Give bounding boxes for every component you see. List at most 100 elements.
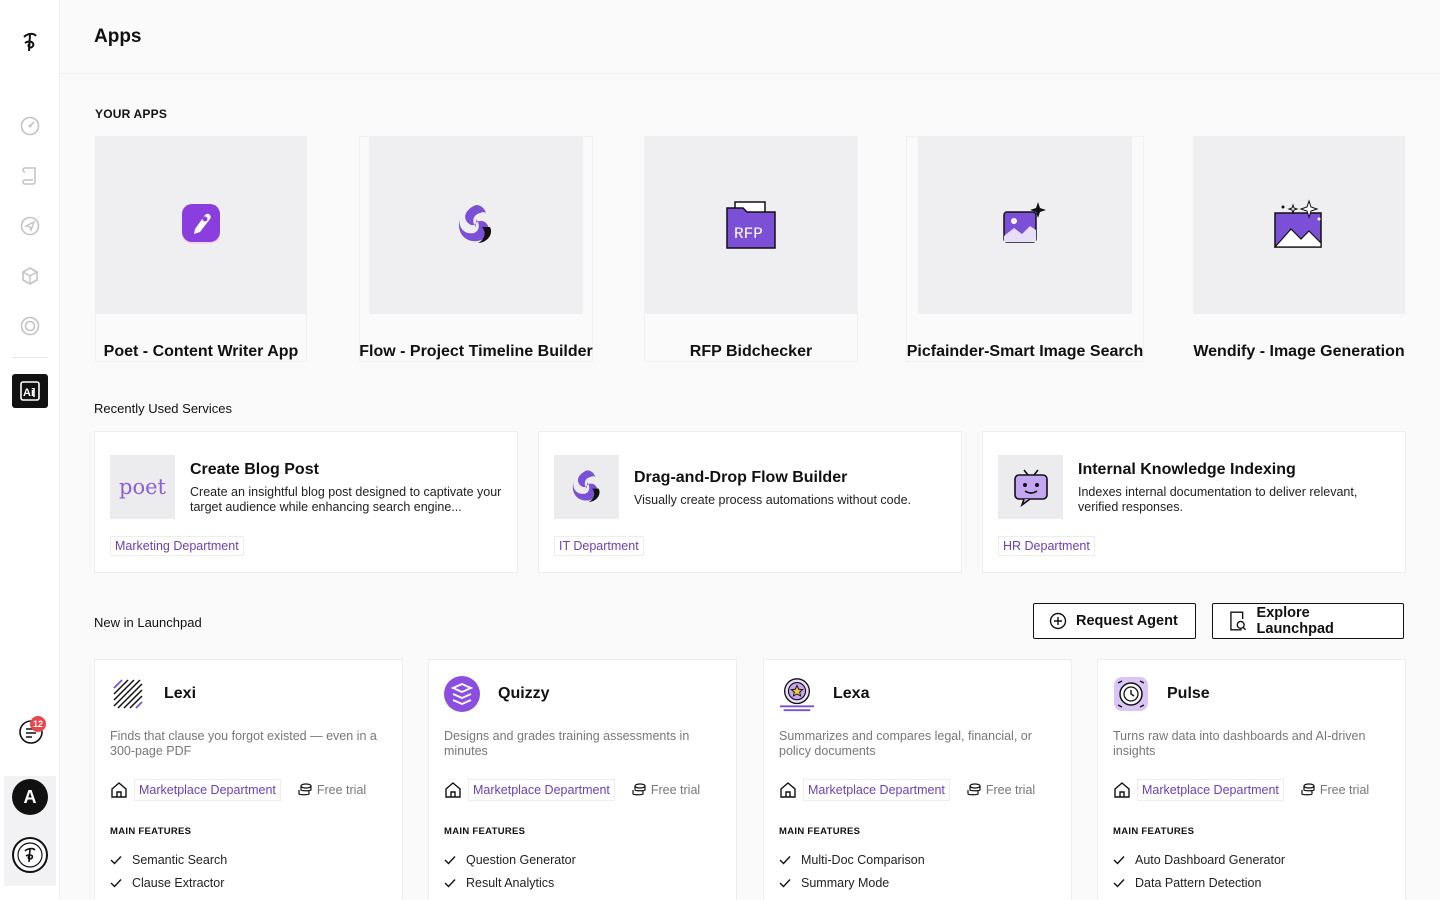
coins-icon [632,783,646,796]
feature-label: Auto Dashboard Generator [1135,853,1286,867]
flow-icon [572,470,600,502]
image-generation-icon [1273,199,1322,248]
service-card[interactable]: Internal Knowledge Indexing Indexes inte… [982,431,1406,573]
department-tag[interactable]: Marketplace Department [468,779,615,801]
service-title: Drag-and-Drop Flow Builder [634,469,848,486]
ai-apps-icon[interactable]: Ai [12,374,48,408]
agent-description: Turns raw data into dashboards and AI-dr… [1113,729,1366,758]
app-card-rfp[interactable]: RFP [645,136,857,314]
feature-item: Result Analytics [444,876,554,890]
feature-item: Clause Extractor [110,876,224,890]
app-name[interactable]: RFP Bidchecker [645,343,857,361]
department-tag[interactable]: Marketplace Department [1137,779,1284,801]
sidebar: Ai 12 A [0,0,60,900]
features-heading: MAIN FEATURES [779,826,861,837]
free-trial: Free trial [1300,782,1369,798]
service-thumbnail: poet [110,455,175,519]
app-card-poet[interactable] [95,136,307,314]
app-card-picfainder[interactable] [918,136,1132,314]
page-header: Apps [60,0,1440,74]
check-icon [444,856,456,865]
agent-meta: Marketplace Department Free trial [779,779,1035,801]
quizzy-logo-icon [443,675,481,713]
check-icon [779,879,791,888]
agent-name: Pulse [1167,685,1210,702]
pulse-logo-icon [1112,675,1150,713]
coins-icon [967,783,981,796]
launchpad-card-lexa[interactable]: Lexa Summarizes and compares legal, fina… [763,659,1072,900]
agent-meta: Marketplace Department Free trial [444,779,700,801]
free-trial-label: Free trial [316,783,367,797]
home-icon [445,782,461,798]
service-thumbnail [998,455,1063,519]
service-card[interactable]: Drag-and-Drop Flow Builder Visually crea… [538,431,962,573]
free-trial-label: Free trial [985,783,1036,797]
notification-badge: 12 [30,716,46,732]
svg-text:Ai: Ai [23,387,34,399]
service-thumbnail [554,455,619,519]
service-description: Create an insightful blog post designed … [190,485,502,514]
feature-item: Semantic Search [110,853,227,867]
target-icon[interactable] [18,314,42,338]
features-heading: MAIN FEATURES [110,826,192,837]
document-search-icon [1230,611,1247,631]
feature-label: Clause Extractor [132,876,225,890]
department-tag[interactable]: Marketplace Department [803,779,950,801]
check-icon [1113,879,1125,888]
explore-launchpad-button[interactable]: Explore Launchpad [1212,603,1404,639]
agent-meta: Marketplace Department Free trial [1113,779,1369,801]
scroll-icon[interactable] [18,164,42,188]
sidebar-divider [12,357,48,358]
check-icon [444,879,456,888]
brand-logo-icon[interactable] [18,30,42,54]
department-tag[interactable]: Marketing Department [110,536,244,556]
recent-services-label: Recently Used Services [94,401,232,416]
app-card-wendify[interactable] [1193,136,1405,314]
image-sparkle-icon [1003,202,1046,243]
app-name[interactable]: Wendify - Image Generation [1183,343,1415,361]
send-icon[interactable] [18,214,42,238]
your-apps-label: YOUR APPS [95,107,168,121]
organization-logo-icon[interactable] [12,837,48,873]
free-trial: Free trial [297,782,366,798]
feature-item: Multi-Doc Comparison [779,853,925,867]
request-agent-label: Request Agent [1076,613,1178,629]
agent-name: Lexa [833,685,870,702]
feature-label: Summary Mode [801,876,890,890]
agent-description: Finds that clause you forgot existed — e… [110,729,377,758]
feature-item: Summary Mode [779,876,889,890]
flow-app-icon [458,205,492,243]
free-trial: Free trial [966,782,1035,798]
rfp-folder-icon: RFP [726,201,776,249]
poet-app-icon [182,204,220,244]
feature-item: Auto Dashboard Generator [1113,853,1285,867]
app-name[interactable]: Poet - Content Writer App [95,343,307,361]
agent-name: Lexi [164,685,197,702]
service-card[interactable]: poet Create Blog Post Create an insightf… [94,431,518,573]
feature-label: Result Analytics [466,876,555,890]
service-description: Visually create process automations with… [634,493,912,507]
department-tag[interactable]: HR Department [998,536,1095,556]
department-tag[interactable]: IT Department [554,536,644,556]
app-card-flow[interactable] [369,136,583,314]
feature-item: Question Generator [444,853,576,867]
features-heading: MAIN FEATURES [444,826,526,837]
dashboard-icon[interactable] [18,114,42,138]
department-tag[interactable]: Marketplace Department [134,779,281,801]
agent-description: Designs and grades training assessments … [444,729,690,758]
launchpad-card-pulse[interactable]: Pulse Turns raw data into dashboards and… [1097,659,1406,900]
check-icon [110,879,122,888]
cube-icon[interactable] [18,264,42,288]
feature-item: Data Pattern Detection [1113,876,1261,890]
agent-name: Quizzy [498,685,550,702]
agent-description: Summarizes and compares legal, financial… [779,729,1032,758]
launchpad-card-quizzy[interactable]: Quizzy Designs and grades training asses… [428,659,737,900]
avatar[interactable]: A [12,779,48,815]
chatbot-icon [1013,469,1048,508]
feature-label: Question Generator [466,853,576,867]
app-name[interactable]: Picfainder-Smart Image Search [900,343,1150,361]
request-agent-button[interactable]: Request Agent [1033,603,1196,639]
app-name[interactable]: Flow - Project Timeline Builder [359,343,593,361]
launchpad-card-lexi[interactable]: Lexi Finds that clause you forgot existe… [94,659,403,900]
lexi-logo-icon [109,675,147,713]
